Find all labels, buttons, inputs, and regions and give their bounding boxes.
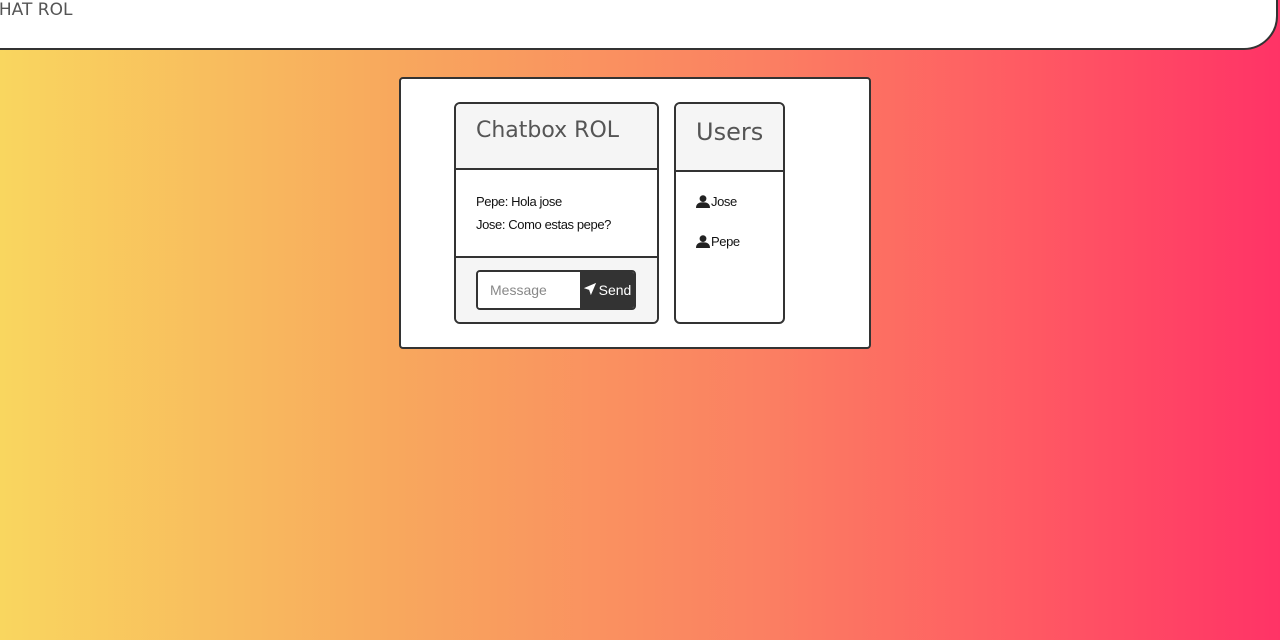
message-item: Pepe: Hola jose (476, 194, 562, 209)
message-item: Jose: Como estas pepe? (476, 217, 612, 232)
chatbox-panel: Chatbox ROL Pepe: Hola jose Jose: Como e… (454, 102, 659, 324)
message-list: Pepe: Hola jose Jose: Como estas pepe? (456, 170, 657, 258)
chatbox-title: Chatbox ROL (476, 118, 620, 143)
chatbox-header: Chatbox ROL (456, 104, 657, 170)
user-icon (696, 234, 710, 248)
navbar: CHAT ROL (0, 0, 1278, 50)
paper-plane-icon (583, 282, 597, 299)
message-composer: Send (456, 258, 657, 322)
navbar-brand[interactable]: CHAT ROL (0, 0, 72, 20)
send-button[interactable]: Send (580, 272, 634, 308)
user-item-jose: Jose (696, 190, 783, 212)
composer-group: Send (476, 270, 636, 310)
users-panel: Users Jose Pepe (674, 102, 785, 324)
users-title: Users (696, 118, 764, 146)
user-item-pepe: Pepe (696, 230, 783, 252)
user-list: Jose Pepe (676, 172, 783, 252)
user-icon (696, 194, 710, 208)
user-name: Jose (711, 193, 737, 209)
send-button-label: Send (598, 282, 632, 298)
user-name: Pepe (711, 233, 740, 249)
users-header: Users (676, 104, 783, 172)
message-input[interactable] (478, 272, 580, 308)
